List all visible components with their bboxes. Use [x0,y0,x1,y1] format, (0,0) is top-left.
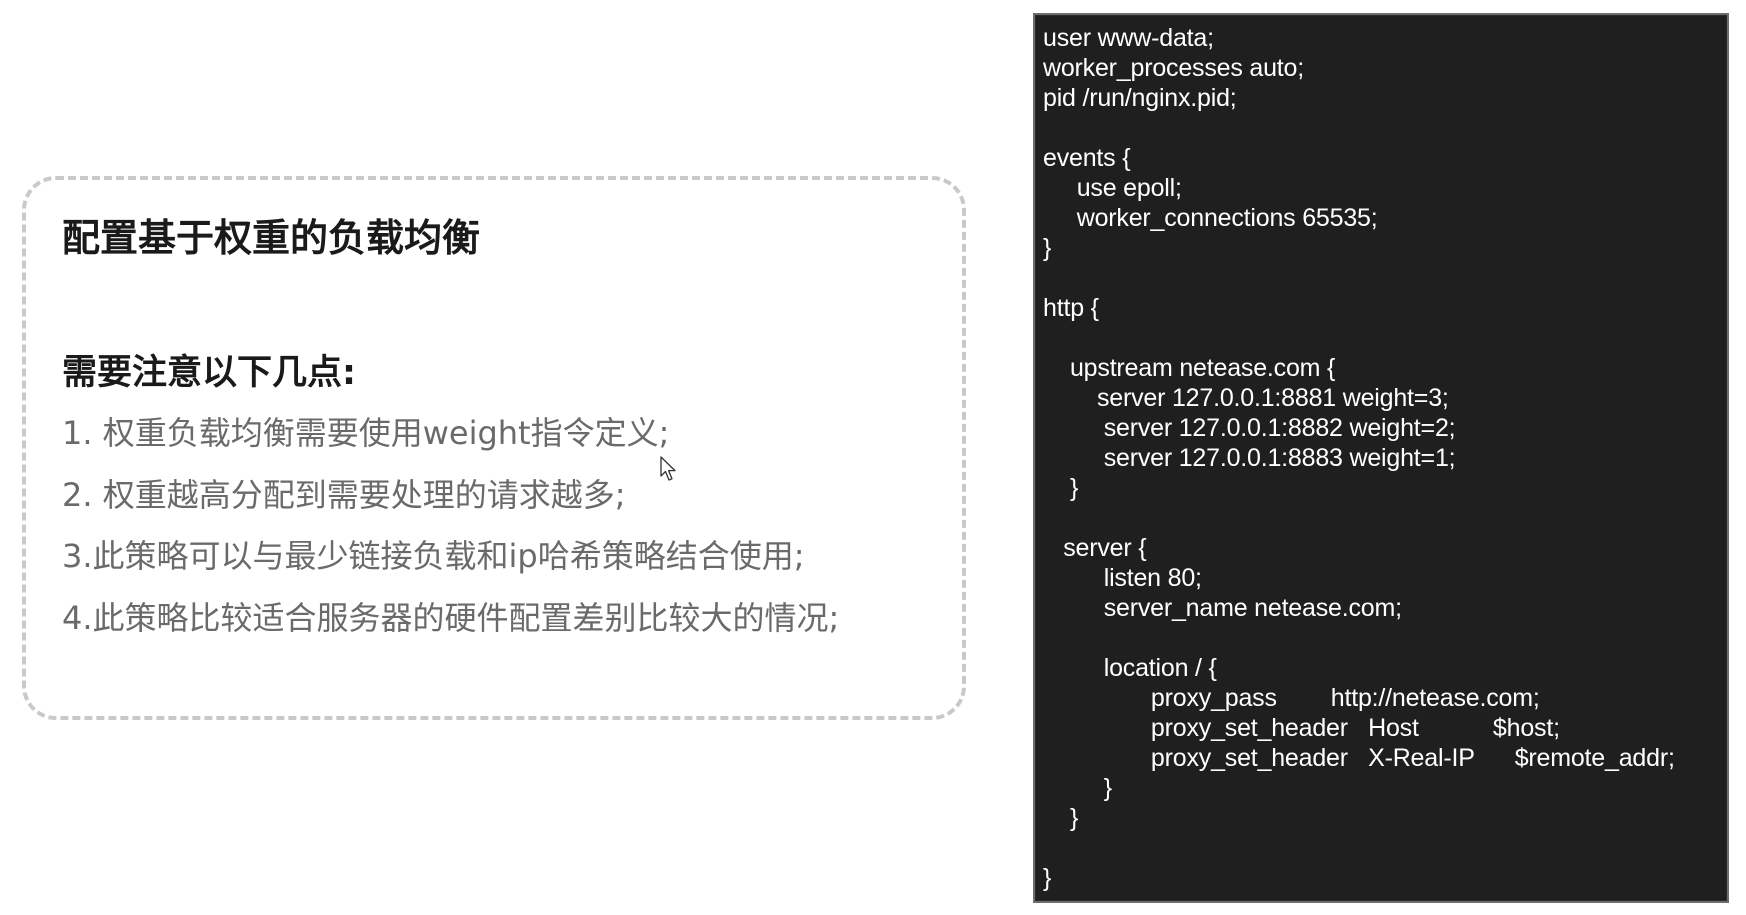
notes-list: 1. 权重负载均衡需要使用weight指令定义; 2. 权重越高分配到需要处理的… [62,411,839,657]
list-item: 2. 权重越高分配到需要处理的请求越多; [62,475,626,514]
code-panel: user www-data; worker_processes auto; pi… [1033,13,1729,903]
page-title: 配置基于权重的负载均衡 [62,216,481,260]
list-item: 3.此策略可以与最少链接负载和ip哈希策略结合使用; [62,537,805,575]
mouse-pointer-icon [660,456,676,481]
list-item: 4.此策略比较适合服务器的硬件配置差别比较大的情况; [62,598,840,637]
notes-heading: 需要注意以下几点: [62,353,356,393]
list-item: 1. 权重负载均衡需要使用weight指令定义; [62,414,670,452]
nginx-config-code: user www-data; worker_processes auto; pi… [1043,24,1675,892]
